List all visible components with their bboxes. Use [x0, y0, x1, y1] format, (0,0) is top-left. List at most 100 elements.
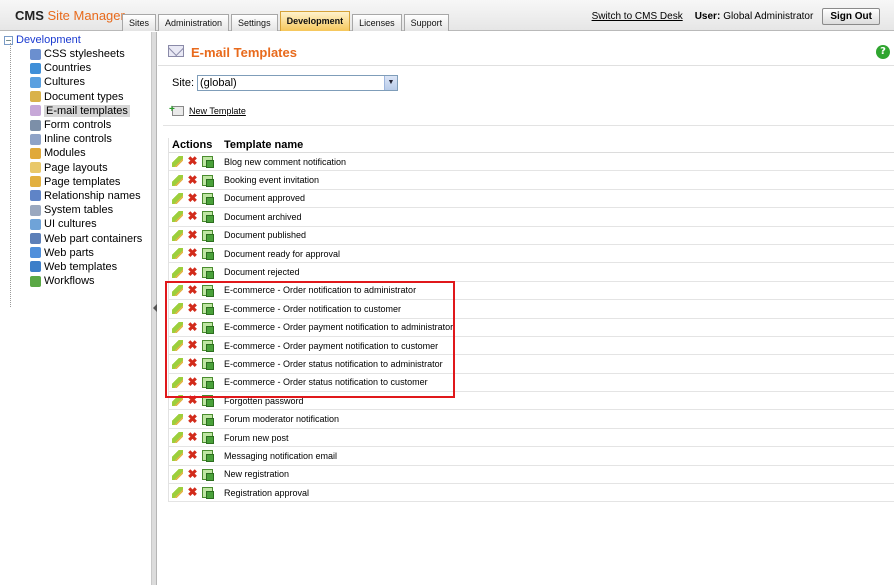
- delete-icon[interactable]: ✖: [187, 155, 198, 167]
- edit-icon[interactable]: [172, 321, 183, 333]
- clone-icon[interactable]: [202, 376, 214, 389]
- tree-item-relationship-names[interactable]: Relationship names: [30, 189, 142, 203]
- tree-item-label[interactable]: Page layouts: [44, 162, 108, 174]
- clone-icon[interactable]: [202, 266, 214, 279]
- delete-icon[interactable]: ✖: [187, 468, 198, 480]
- delete-icon[interactable]: ✖: [187, 321, 198, 333]
- tree-item-page-layouts[interactable]: Page layouts: [30, 161, 142, 175]
- tree-item-cultures[interactable]: Cultures: [30, 75, 142, 89]
- tree-item-label[interactable]: System tables: [44, 204, 113, 216]
- clone-icon[interactable]: [202, 358, 214, 371]
- edit-icon[interactable]: [172, 376, 183, 388]
- delete-icon[interactable]: ✖: [187, 284, 198, 296]
- delete-icon[interactable]: ✖: [187, 210, 198, 222]
- switch-to-cms-desk-link[interactable]: Switch to CMS Desk: [592, 11, 683, 22]
- tree-item-label[interactable]: Cultures: [44, 76, 85, 88]
- clone-icon[interactable]: [202, 432, 214, 445]
- tree-item-label[interactable]: Modules: [44, 147, 86, 159]
- collapse-panel-arrow-icon[interactable]: [153, 304, 157, 312]
- clone-icon[interactable]: [202, 321, 214, 334]
- panel-splitter[interactable]: [152, 32, 157, 585]
- tree-item-label[interactable]: Countries: [44, 62, 91, 74]
- edit-icon[interactable]: [172, 340, 183, 352]
- tree-item-page-templates[interactable]: Page templates: [30, 175, 142, 189]
- tab-settings[interactable]: Settings: [231, 14, 278, 31]
- delete-icon[interactable]: ✖: [187, 229, 198, 241]
- clone-icon[interactable]: [202, 340, 214, 353]
- tree-item-label[interactable]: Document types: [44, 91, 123, 103]
- delete-icon[interactable]: ✖: [187, 174, 198, 186]
- clone-icon[interactable]: [202, 284, 214, 297]
- clone-icon[interactable]: [202, 229, 214, 242]
- delete-icon[interactable]: ✖: [187, 357, 198, 369]
- tree-item-web-part-containers[interactable]: Web part containers: [30, 231, 142, 245]
- tree-item-system-tables[interactable]: System tables: [30, 203, 142, 217]
- edit-icon[interactable]: [172, 358, 183, 370]
- delete-icon[interactable]: ✖: [187, 449, 198, 461]
- edit-icon[interactable]: [172, 156, 183, 168]
- edit-icon[interactable]: [172, 395, 183, 407]
- site-select[interactable]: (global) ▼: [197, 75, 399, 91]
- delete-icon[interactable]: ✖: [187, 247, 198, 259]
- tree-item-label[interactable]: Web parts: [44, 247, 94, 259]
- delete-icon[interactable]: ✖: [187, 376, 198, 388]
- clone-icon[interactable]: [202, 468, 214, 481]
- delete-icon[interactable]: ✖: [187, 302, 198, 314]
- tree-item-label[interactable]: Inline controls: [44, 133, 112, 145]
- clone-icon[interactable]: [202, 174, 214, 187]
- edit-icon[interactable]: [172, 450, 183, 462]
- edit-icon[interactable]: [172, 192, 183, 204]
- edit-icon[interactable]: [172, 432, 183, 444]
- tree-item-e-mail-templates[interactable]: E-mail templates: [30, 104, 142, 118]
- tree-item-css-stylesheets[interactable]: CSS stylesheets: [30, 47, 142, 61]
- new-template-action[interactable]: New Template: [169, 104, 246, 116]
- tree-item-label[interactable]: Workflows: [44, 275, 95, 287]
- new-template-link[interactable]: New Template: [189, 106, 246, 116]
- clone-icon[interactable]: [202, 192, 214, 205]
- tree-item-label[interactable]: Relationship names: [44, 190, 141, 202]
- edit-icon[interactable]: [172, 487, 183, 499]
- tab-development[interactable]: Development: [279, 11, 351, 31]
- edit-icon[interactable]: [172, 303, 183, 315]
- tree-item-web-parts[interactable]: Web parts: [30, 246, 142, 260]
- tree-item-workflows[interactable]: Workflows: [30, 274, 142, 288]
- edit-icon[interactable]: [172, 229, 183, 241]
- tree-item-label[interactable]: Web templates: [44, 261, 117, 273]
- tree-item-label[interactable]: Form controls: [44, 119, 111, 131]
- tree-item-label[interactable]: UI cultures: [44, 218, 97, 230]
- delete-icon[interactable]: ✖: [187, 339, 198, 351]
- edit-icon[interactable]: [172, 174, 183, 186]
- sign-out-button[interactable]: Sign Out: [822, 8, 880, 25]
- tree-item-label[interactable]: CSS stylesheets: [44, 48, 125, 60]
- delete-icon[interactable]: ✖: [187, 394, 198, 406]
- edit-icon[interactable]: [172, 248, 183, 260]
- tree-item-label[interactable]: Web part containers: [44, 233, 142, 245]
- clone-icon[interactable]: [202, 487, 214, 500]
- clone-icon[interactable]: [202, 450, 214, 463]
- clone-icon[interactable]: [202, 248, 214, 261]
- clone-icon[interactable]: [202, 413, 214, 426]
- tab-support[interactable]: Support: [403, 14, 450, 31]
- edit-icon[interactable]: [172, 284, 183, 296]
- tab-sites[interactable]: Sites: [122, 14, 157, 31]
- tree-item-form-controls[interactable]: Form controls: [30, 118, 142, 132]
- edit-icon[interactable]: [172, 211, 183, 223]
- tree-item-inline-controls[interactable]: Inline controls: [30, 132, 142, 146]
- clone-icon[interactable]: [202, 156, 214, 169]
- delete-icon[interactable]: ✖: [187, 486, 198, 498]
- clone-icon[interactable]: [202, 395, 214, 408]
- chevron-down-icon[interactable]: ▼: [384, 76, 398, 90]
- help-icon[interactable]: ?: [876, 45, 890, 59]
- tree-item-modules[interactable]: Modules: [30, 146, 142, 160]
- delete-icon[interactable]: ✖: [187, 431, 198, 443]
- delete-icon[interactable]: ✖: [187, 413, 198, 425]
- tree-item-ui-cultures[interactable]: UI cultures: [30, 217, 142, 231]
- tab-licenses[interactable]: Licenses: [352, 14, 402, 31]
- edit-icon[interactable]: [172, 413, 183, 425]
- tab-administration[interactable]: Administration: [158, 14, 230, 31]
- edit-icon[interactable]: [172, 468, 183, 480]
- tree-item-label[interactable]: E-mail templates: [44, 104, 130, 117]
- tree-root-label[interactable]: Development: [16, 34, 81, 46]
- tree-item-countries[interactable]: Countries: [30, 61, 142, 75]
- tree-item-web-templates[interactable]: Web templates: [30, 260, 142, 274]
